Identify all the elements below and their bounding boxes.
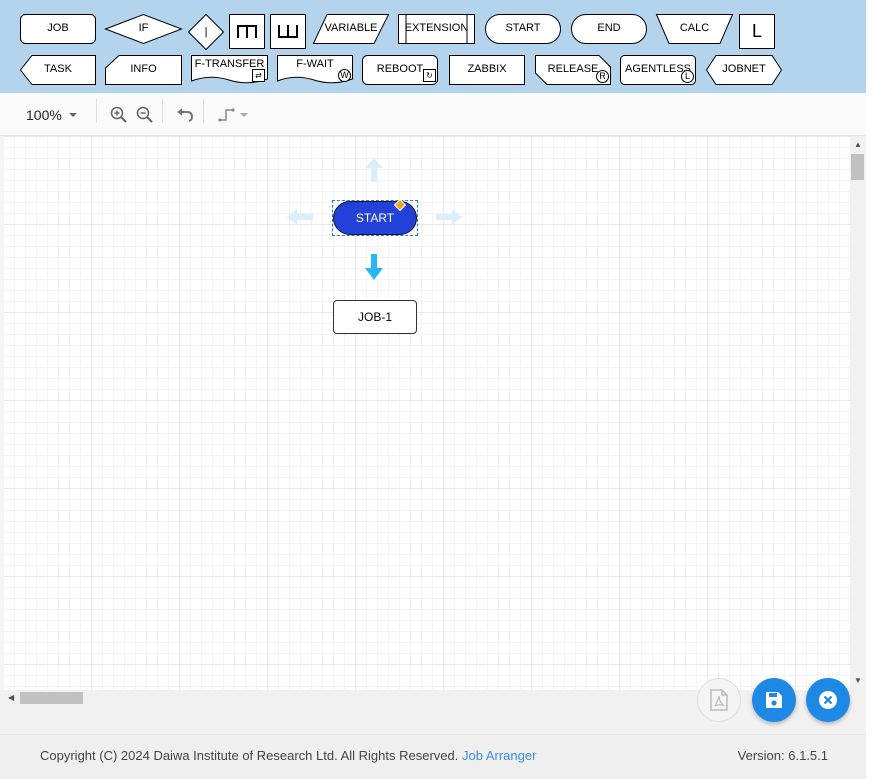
toolbar-divider [203,99,204,123]
shape-palette: JOB IF | VARIABLE EXTENSION START END CA… [0,0,866,93]
palette-jobnet[interactable]: JOBNET [705,55,783,85]
save-button[interactable] [752,678,796,722]
vertical-scrollbar[interactable]: ▲ ▼ [850,136,866,690]
diagram-canvas[interactable]: START JOB-1 [4,136,850,690]
arrow-right-icon[interactable] [436,209,462,225]
palette-info-label: INFO [130,63,157,75]
palette-parallel-start[interactable] [229,14,265,49]
undo-icon [177,108,194,122]
palette-if[interactable]: IF [104,13,183,45]
editor-toolbar: 100% [0,93,866,136]
app-root: JOB IF | VARIABLE EXTENSION START END CA… [0,0,888,779]
job-node[interactable]: JOB-1 [333,300,417,334]
palette-agentless[interactable]: AGENTLESS L [620,55,696,85]
palette-start-label: START [505,22,541,34]
ftransfer-icon: ⇄ [252,69,265,82]
copyright-label: Copyright (C) 2024 Daiwa Institute of Re… [40,748,459,763]
export-pdf-button[interactable] [697,678,741,722]
zoom-in-icon [110,106,127,123]
chevron-down-icon [240,112,248,117]
toolbar-divider [96,99,97,123]
palette-variable[interactable]: VARIABLE [312,14,390,44]
palette-extension-label: EXTENSION [404,22,469,34]
reboot-icon: ↻ [423,69,436,82]
start-node-label: START [355,211,395,225]
palette-end[interactable]: END [571,14,647,44]
palette-if-label: IF [138,22,149,34]
release-r-icon: R [596,70,609,83]
connector-icon [218,107,235,122]
job-arranger-link[interactable]: Job Arranger [462,748,536,763]
vertical-scroll-thumb[interactable] [851,154,864,180]
palette-extension[interactable]: EXTENSION [398,14,475,44]
close-button[interactable] [806,678,850,722]
connector-style-select[interactable] [218,93,249,136]
palette-zabbix-label: ZABBIX [467,63,507,75]
palette-zabbix[interactable]: ZABBIX [449,55,525,85]
arrow-up-icon[interactable] [365,158,383,182]
palette-jobnet-label: JOBNET [722,63,766,75]
zoom-out-icon [136,106,153,123]
palette-info[interactable]: INFO [105,55,182,85]
zoom-value: 100% [26,106,62,123]
copyright-text: Copyright (C) 2024 Daiwa Institute of Re… [40,748,536,763]
job-node-label: JOB-1 [357,310,392,324]
close-icon [819,691,837,709]
palette-branch-label: | [204,26,208,38]
arrow-down-icon[interactable] [365,254,383,280]
palette-variable-label: VARIABLE [324,22,378,34]
palette-fwait-label: F-WAIT [296,58,334,70]
save-icon [766,692,782,708]
palette-loop[interactable]: L [739,14,775,49]
resize-handle[interactable] [394,199,406,211]
palette-fwait[interactable]: F-WAIT W [277,55,353,85]
palette-task[interactable]: TASK [19,55,96,85]
arrow-left-icon[interactable] [287,209,313,225]
palette-start[interactable]: START [485,14,561,44]
palette-ftransfer[interactable]: F-TRANSFER ⇄ [191,55,268,85]
palette-parallel-end[interactable] [270,14,306,49]
scroll-left-icon[interactable]: ◀ [8,693,14,702]
palette-end-label: END [597,22,621,34]
pdf-icon [710,689,728,711]
palette-job-label: JOB [47,22,69,34]
toolbar-divider [162,99,163,123]
footer: Copyright (C) 2024 Daiwa Institute of Re… [0,734,866,779]
palette-release[interactable]: RELEASE R [535,55,611,85]
palette-job[interactable]: JOB [20,14,96,44]
scroll-down-icon[interactable]: ▼ [854,676,862,685]
palette-branch[interactable]: | [187,13,225,51]
palette-calc[interactable]: CALC [655,14,734,44]
horizontal-scroll-thumb[interactable] [20,692,83,704]
agentless-l-icon: L [681,70,694,83]
zoom-out-button[interactable] [136,93,154,136]
version-text: Version: 6.1.5.1 [737,748,828,763]
palette-loop-label: L [751,21,762,41]
zoom-select[interactable]: 100% [26,93,79,136]
window-right-edge [866,0,888,779]
chevron-down-icon [68,112,77,117]
palette-reboot[interactable]: REBOOT ↻ [362,55,438,85]
undo-button[interactable] [176,93,194,136]
zoom-in-button[interactable] [110,93,128,136]
palette-task-label: TASK [44,63,72,75]
fwait-w-icon: W [338,69,351,82]
palette-calc-label: CALC [679,22,710,34]
scroll-up-icon[interactable]: ▲ [854,140,862,149]
